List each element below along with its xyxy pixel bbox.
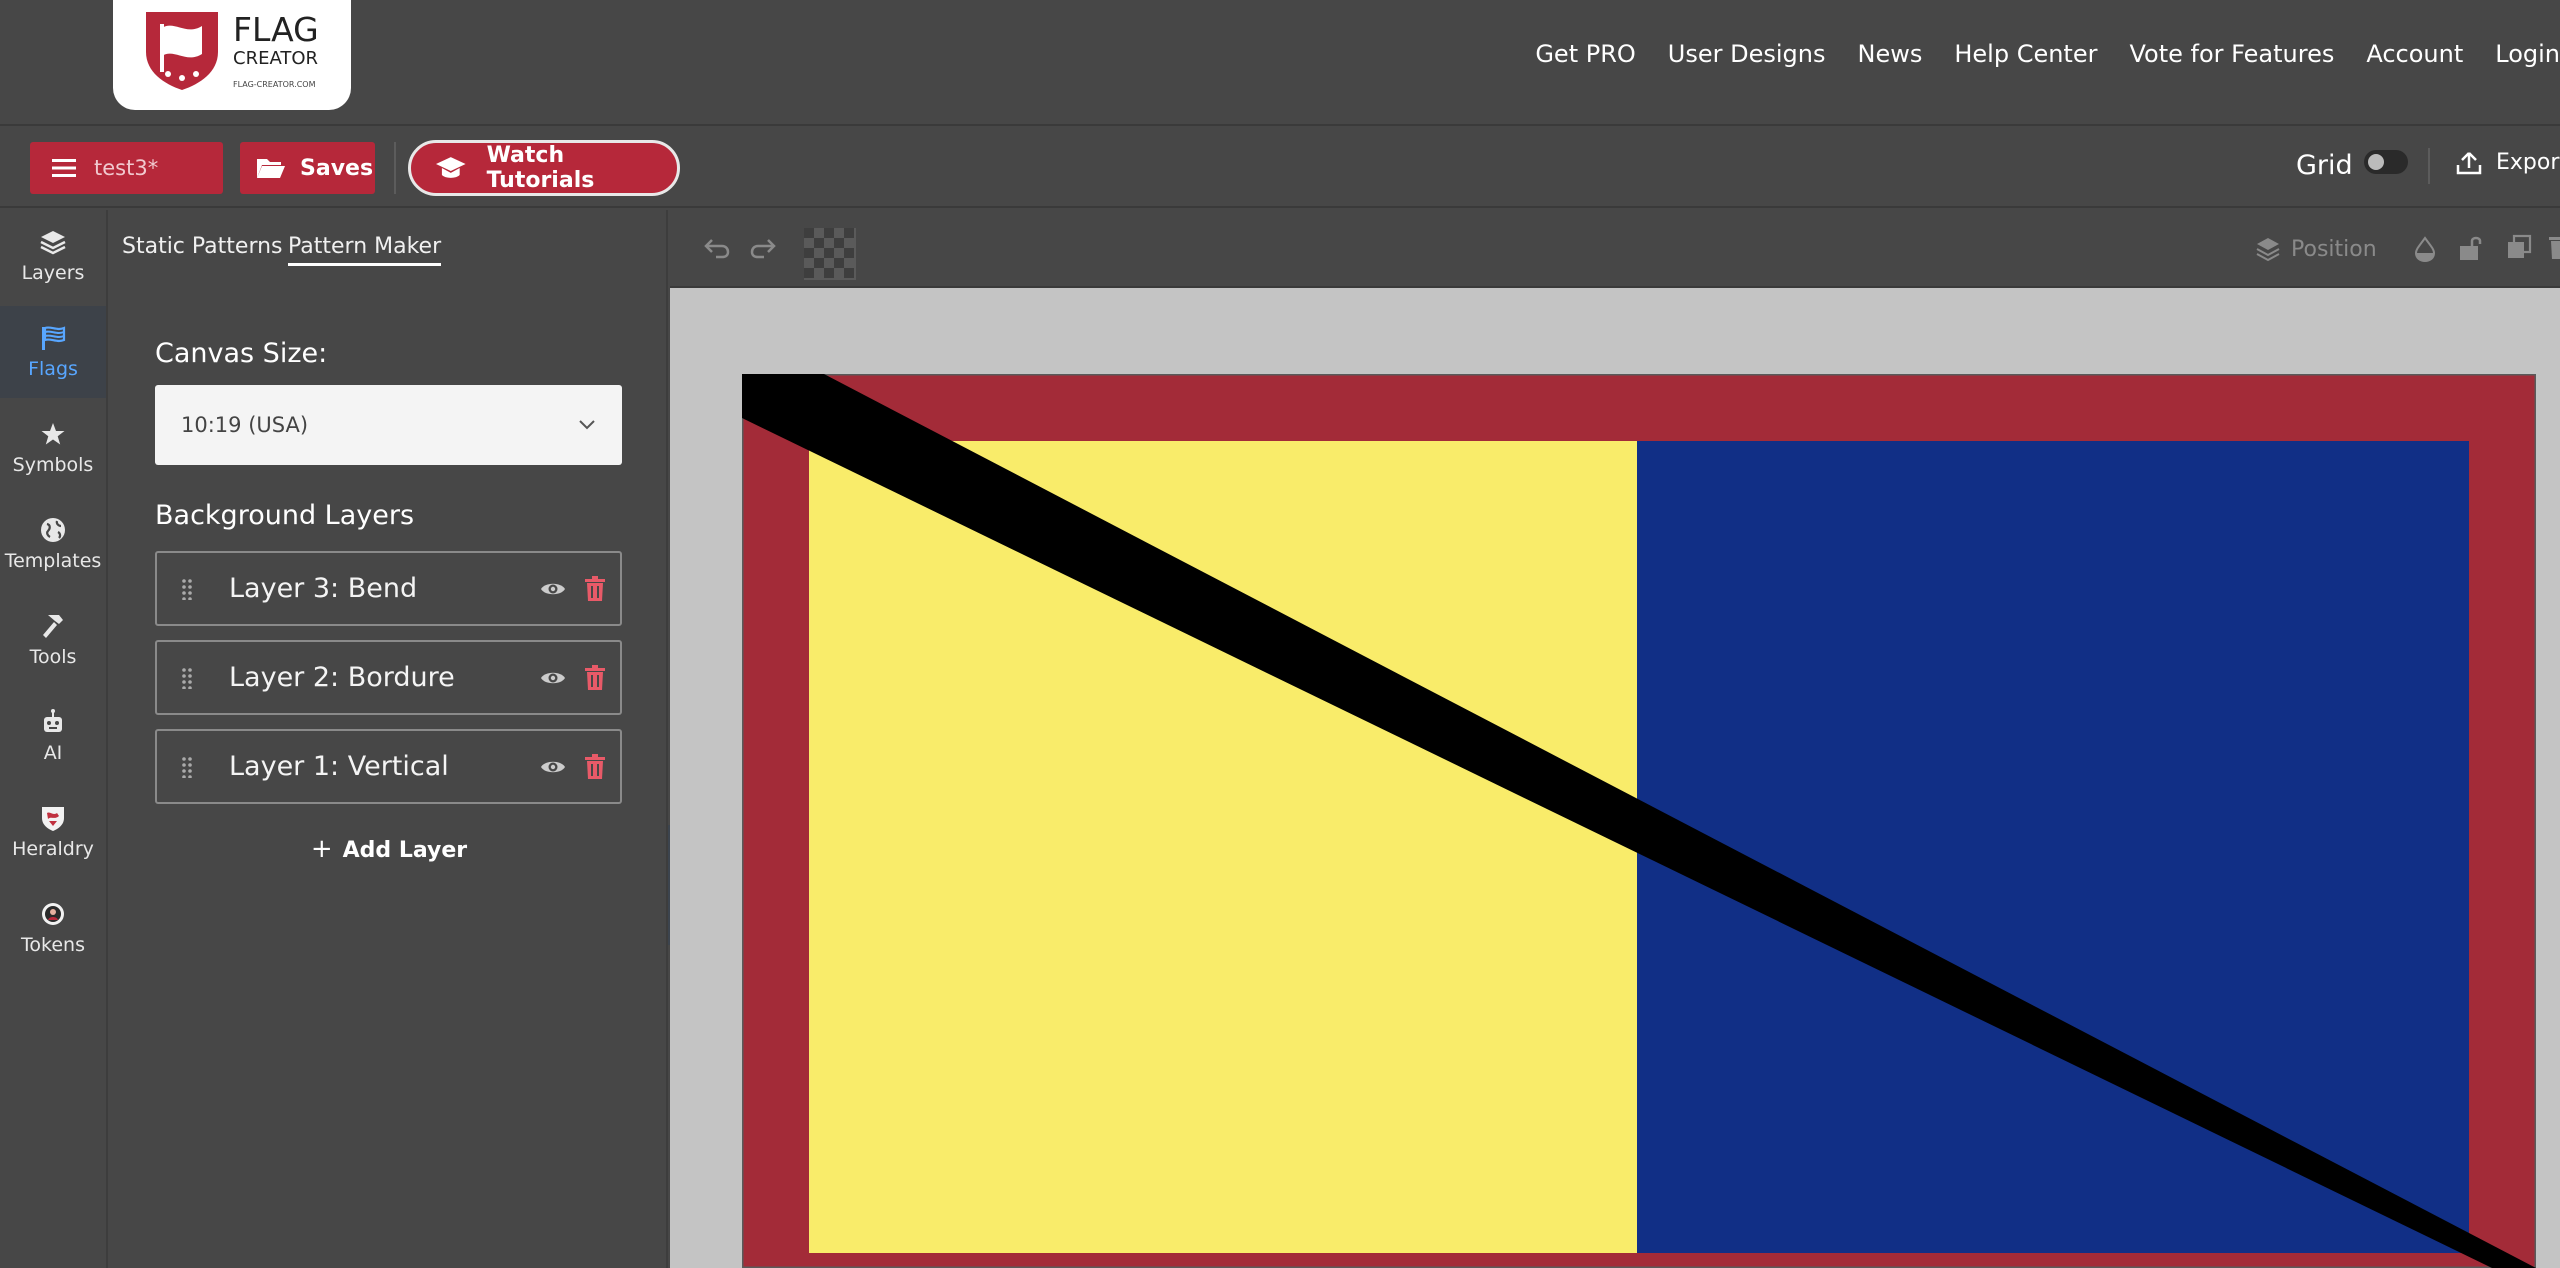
- flag-creator-logo-icon: [146, 12, 218, 90]
- trash-icon[interactable]: [570, 575, 620, 602]
- layers-icon: [40, 231, 66, 255]
- flag-icon: [42, 326, 66, 350]
- canvas-size-select[interactable]: 10:19 (USA): [155, 385, 622, 465]
- layers-stack-icon: [2256, 238, 2280, 262]
- grid-toggle-knob: [2368, 154, 2384, 170]
- nav-link-help-center[interactable]: Help Center: [1954, 40, 2097, 68]
- sidebar-item-templates[interactable]: Templates: [0, 498, 106, 590]
- logo-text-url: FLAG-CREATOR.COM: [233, 80, 316, 89]
- drag-handle-icon[interactable]: [157, 756, 217, 778]
- file-name-label: test3*: [94, 156, 159, 180]
- background-layers-heading: Background Layers: [155, 500, 415, 531]
- logo-text-creator: CREATOR: [233, 48, 319, 69]
- sidebar-item-symbols[interactable]: Symbols: [0, 402, 106, 494]
- canvas-toolbar: Position: [670, 210, 2560, 288]
- tab-static-patterns[interactable]: Static Patterns: [122, 234, 283, 259]
- redo-icon[interactable]: [748, 232, 778, 262]
- heraldry-icon: [42, 807, 64, 831]
- sidebar-item-heraldry[interactable]: Heraldry: [0, 786, 106, 878]
- layer-name: Layer 2: Bordure: [229, 662, 455, 693]
- sidebar-label-heraldry: Heraldry: [12, 838, 94, 860]
- watch-tutorials-label: Watch Tutorials: [486, 143, 595, 193]
- trash-icon[interactable]: [570, 664, 620, 691]
- chevron-down-icon: [579, 420, 595, 430]
- eye-icon[interactable]: [536, 669, 570, 687]
- canvas-size-heading: Canvas Size:: [155, 338, 328, 369]
- layer-row-bend[interactable]: Layer 3: Bend: [155, 551, 622, 626]
- saves-button[interactable]: Saves: [240, 142, 375, 194]
- export-label: Export: [2496, 150, 2560, 175]
- logo-text-flag: FLAG: [233, 10, 319, 49]
- flag-field-left-yellow: [809, 441, 1637, 1253]
- flag-field-right-blue: [1637, 441, 2469, 1253]
- flag-canvas[interactable]: [742, 374, 2536, 1268]
- sidebar-label-layers: Layers: [21, 262, 85, 284]
- add-layer-button[interactable]: + Add Layer: [110, 834, 668, 864]
- drag-handle-icon[interactable]: [157, 578, 217, 600]
- graduation-cap-icon: [435, 157, 466, 178]
- add-layer-label: Add Layer: [342, 838, 468, 863]
- drag-handle-icon[interactable]: [157, 667, 217, 689]
- sidebar-label-symbols: Symbols: [12, 454, 94, 476]
- sidebar-item-tokens[interactable]: Tokens: [0, 882, 106, 974]
- sidebar-label-tokens: Tokens: [21, 934, 85, 956]
- sidebar-item-ai[interactable]: AI: [0, 690, 106, 782]
- plus-icon: +: [310, 834, 333, 864]
- eye-icon[interactable]: [536, 580, 570, 598]
- saves-label: Saves: [300, 155, 374, 181]
- tab-pattern-maker[interactable]: Pattern Maker: [288, 234, 442, 266]
- hamburger-menu-icon: [52, 159, 76, 177]
- nav-link-login[interactable]: Login: [2495, 40, 2560, 68]
- sidebar-label-templates: Templates: [4, 550, 102, 572]
- undo-icon[interactable]: [702, 232, 732, 262]
- opacity-drop-icon[interactable]: [2414, 236, 2436, 262]
- layer-name: Layer 1: Vertical: [229, 751, 449, 782]
- grid-toggle[interactable]: [2364, 150, 2408, 174]
- transparency-checker-icon[interactable]: [804, 228, 856, 280]
- logo[interactable]: FLAG CREATOR FLAG-CREATOR.COM: [113, 0, 351, 110]
- pattern-panel: Static Patterns Pattern Maker Canvas Siz…: [110, 210, 668, 1268]
- folder-open-icon: [257, 159, 285, 178]
- sidebar-label-flags: Flags: [28, 358, 78, 380]
- nav-link-user-designs[interactable]: User Designs: [1668, 40, 1826, 68]
- upload-icon: [2456, 152, 2482, 175]
- canvas-size-value: 10:19 (USA): [181, 413, 309, 437]
- sidebar-label-ai: AI: [43, 742, 63, 764]
- nav-link-get-pro[interactable]: Get PRO: [1535, 40, 1635, 68]
- nav-link-vote-features[interactable]: Vote for Features: [2129, 40, 2334, 68]
- duplicate-icon[interactable]: [2506, 234, 2532, 260]
- app-root: FLAG CREATOR FLAG-CREATOR.COM Get PRO Us…: [0, 0, 2560, 1268]
- sidebar-item-flags[interactable]: Flags: [0, 306, 106, 398]
- position-button[interactable]: Position: [2255, 236, 2377, 262]
- top-navigation: FLAG CREATOR FLAG-CREATOR.COM Get PRO Us…: [0, 0, 2560, 126]
- star-icon: [41, 423, 65, 445]
- file-menu-button[interactable]: test3*: [30, 142, 223, 194]
- nav-link-news[interactable]: News: [1857, 40, 1922, 68]
- robot-icon: [44, 709, 62, 732]
- layer-row-vertical[interactable]: Layer 1: Vertical: [155, 729, 622, 804]
- eye-icon[interactable]: [536, 758, 570, 776]
- trash-icon[interactable]: [570, 753, 620, 780]
- toolbar-divider-right: [2428, 148, 2430, 184]
- editor-toolbar: test3* Saves Watch Tutorials Grid Export: [0, 128, 2560, 208]
- export-button[interactable]: Export: [2456, 150, 2560, 176]
- unlock-icon[interactable]: [2458, 234, 2484, 262]
- nav-link-account[interactable]: Account: [2366, 40, 2463, 68]
- globe-icon: [41, 518, 65, 542]
- delete-icon[interactable]: [2548, 234, 2560, 260]
- layer-name: Layer 3: Bend: [229, 573, 418, 604]
- position-label: Position: [2291, 236, 2377, 262]
- layer-row-bordure[interactable]: Layer 2: Bordure: [155, 640, 622, 715]
- toolbar-divider: [394, 142, 396, 194]
- sidebar-item-tools[interactable]: Tools: [0, 594, 106, 686]
- token-icon: [42, 903, 64, 925]
- hammer-icon: [43, 615, 63, 638]
- nav-links: Get PRO User Designs News Help Center Vo…: [1535, 40, 2560, 68]
- grid-label: Grid: [2296, 150, 2353, 181]
- watch-tutorials-button[interactable]: Watch Tutorials: [408, 140, 680, 196]
- sidebar-label-tools: Tools: [29, 646, 77, 668]
- icon-sidebar: Layers Flags Symbols Templates Tools AI …: [0, 210, 108, 1268]
- sidebar-item-layers[interactable]: Layers: [0, 210, 106, 302]
